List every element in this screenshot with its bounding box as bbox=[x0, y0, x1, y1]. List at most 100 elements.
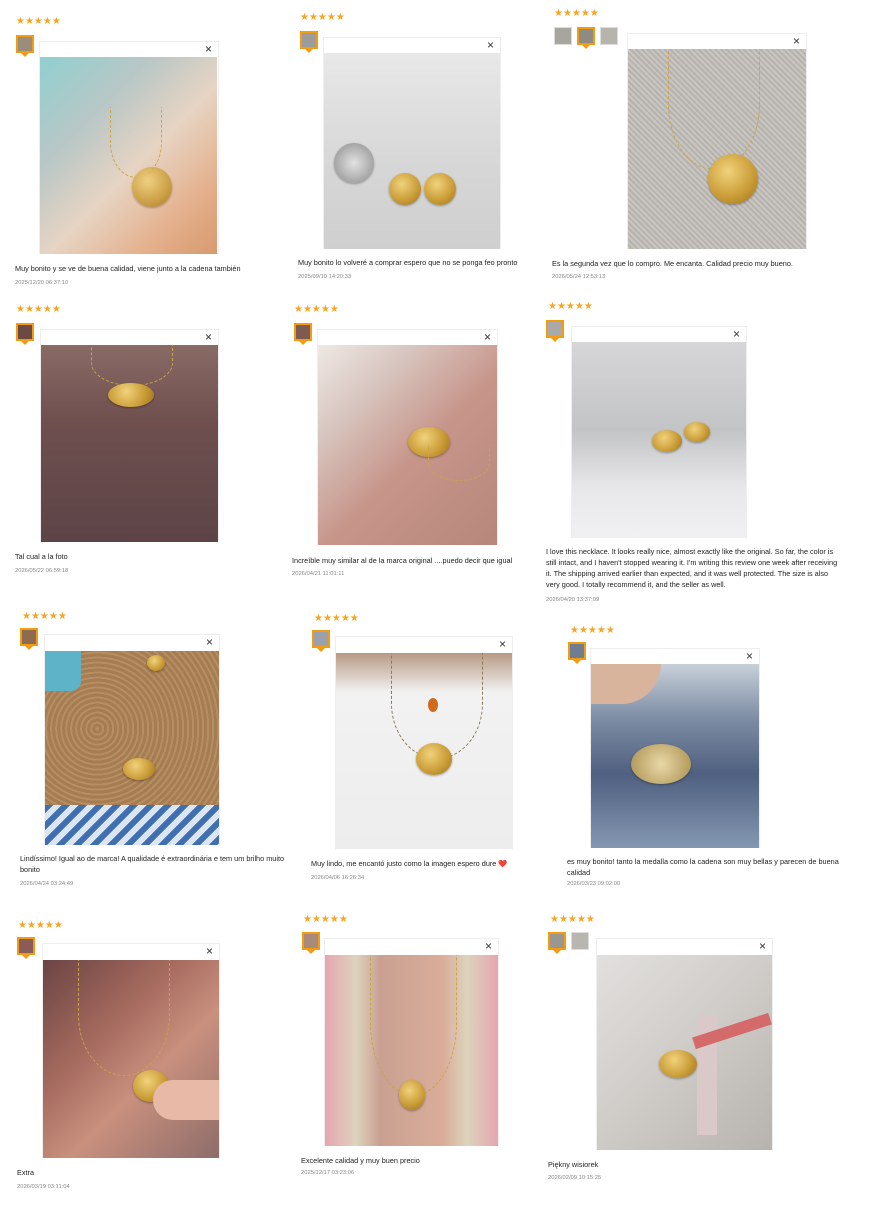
image-viewer: × bbox=[324, 938, 499, 1146]
review-card: ★★★★★ × I love this necklace. It looks r… bbox=[532, 298, 842, 603]
star-rating: ★★★★★ bbox=[294, 304, 339, 315]
thumbnail-strip bbox=[300, 31, 318, 49]
thumbnail-strip bbox=[568, 642, 586, 660]
pendant bbox=[652, 430, 682, 452]
review-thumbnail[interactable] bbox=[16, 35, 34, 53]
thumbnail-strip bbox=[16, 323, 34, 341]
close-icon[interactable]: × bbox=[206, 635, 213, 649]
review-date: 2026/04/21 11:01:11 bbox=[292, 571, 345, 577]
review-card: ★★★★★ × Extra 2026/03/19 03:11:04 bbox=[2, 915, 282, 1215]
review-thumbnail[interactable] bbox=[302, 932, 320, 950]
pendant bbox=[659, 1050, 697, 1078]
review-thumbnail[interactable] bbox=[568, 642, 586, 660]
review-photo[interactable] bbox=[336, 653, 512, 849]
review-thumbnail[interactable] bbox=[548, 932, 566, 950]
close-icon[interactable]: × bbox=[499, 637, 506, 651]
review-date: 2026/04/06 16:26:34 bbox=[311, 875, 365, 881]
image-viewer: × bbox=[317, 329, 498, 545]
star-rating: ★★★★★ bbox=[548, 301, 593, 312]
review-text: Muy bonito lo volveré a comprar espero q… bbox=[298, 258, 518, 267]
close-icon[interactable]: × bbox=[733, 327, 740, 341]
thumbnail-strip bbox=[294, 323, 312, 341]
review-card: ★★★★★ × Piękny wisiorek 2026/02/09 10:15… bbox=[534, 910, 814, 1210]
close-icon[interactable]: × bbox=[484, 330, 491, 344]
close-icon[interactable]: × bbox=[759, 939, 766, 953]
review-thumbnail[interactable] bbox=[600, 27, 618, 45]
review-date: 2026/04/24 03:24:49 bbox=[20, 881, 74, 887]
review-card: ★★★★★ × Es la segunda vez que lo compro.… bbox=[538, 0, 818, 300]
image-viewer: × bbox=[40, 329, 219, 542]
pendant bbox=[424, 173, 456, 205]
review-photo[interactable] bbox=[628, 49, 806, 249]
review-photo[interactable] bbox=[325, 955, 498, 1146]
review-photo[interactable] bbox=[41, 345, 218, 542]
thumbnail-strip bbox=[312, 630, 330, 648]
pendant bbox=[334, 143, 374, 183]
thumbnail-strip bbox=[548, 932, 589, 950]
thumbnail-strip bbox=[17, 937, 35, 955]
image-viewer: × bbox=[590, 648, 760, 848]
pendant bbox=[631, 744, 691, 784]
star-rating: ★★★★★ bbox=[16, 16, 61, 27]
close-icon[interactable]: × bbox=[205, 42, 212, 56]
review-photo[interactable] bbox=[597, 955, 772, 1150]
review-photo[interactable] bbox=[45, 651, 219, 845]
necklace-chain bbox=[668, 49, 760, 170]
review-photo[interactable] bbox=[572, 342, 746, 538]
thumbnail-strip bbox=[20, 628, 38, 646]
close-icon[interactable]: × bbox=[793, 34, 800, 48]
pendant bbox=[132, 167, 172, 207]
review-date: 2026/03/19 03:11:04 bbox=[17, 1184, 70, 1190]
review-date: 2025/12/20 06:37:10 bbox=[15, 280, 69, 286]
pendant bbox=[684, 422, 710, 442]
review-thumbnail[interactable] bbox=[312, 630, 330, 648]
review-card: ★★★★★ × Increíble muy similar al de la m… bbox=[278, 300, 558, 600]
star-rating: ★★★★★ bbox=[550, 914, 595, 925]
review-text: Excelente calidad y muy buen precio bbox=[301, 1156, 420, 1165]
star-rating: ★★★★★ bbox=[303, 914, 348, 925]
star-rating: ★★★★★ bbox=[554, 8, 599, 19]
pendant bbox=[416, 743, 452, 775]
review-thumbnail[interactable] bbox=[554, 27, 572, 45]
fingers bbox=[153, 1080, 219, 1120]
review-date: 2026/04/20 13:37:09 bbox=[546, 597, 600, 603]
review-photo[interactable] bbox=[324, 53, 500, 249]
review-photo[interactable] bbox=[43, 960, 219, 1158]
close-icon[interactable]: × bbox=[206, 944, 213, 958]
close-icon[interactable]: × bbox=[746, 649, 753, 663]
close-icon[interactable]: × bbox=[487, 38, 494, 52]
review-card: ★★★★★ × Tal cual a la foto 2026/05/22 06… bbox=[0, 300, 280, 600]
necklace-chain bbox=[91, 345, 173, 386]
review-thumbnail[interactable] bbox=[16, 323, 34, 341]
review-text: Increíble muy similar al de la marca ori… bbox=[292, 556, 513, 565]
review-thumbnail[interactable] bbox=[294, 323, 312, 341]
close-icon[interactable]: × bbox=[205, 330, 212, 344]
review-photo[interactable] bbox=[318, 345, 497, 545]
review-thumbnail[interactable] bbox=[571, 932, 589, 950]
image-viewer: × bbox=[42, 943, 220, 1158]
pendant bbox=[147, 655, 165, 671]
review-thumbnail[interactable] bbox=[577, 27, 595, 45]
image-viewer: × bbox=[596, 938, 773, 1150]
review-card: ★★★★★ × Excelente calidad y muy buen pre… bbox=[287, 910, 567, 1210]
pendant bbox=[399, 1080, 425, 1110]
review-date: 2026/03/23 09:02:00 bbox=[567, 881, 621, 887]
review-thumbnail[interactable] bbox=[20, 628, 38, 646]
review-photo[interactable] bbox=[40, 57, 217, 254]
review-photo[interactable] bbox=[591, 664, 759, 848]
orange-charm bbox=[428, 698, 438, 712]
star-rating: ★★★★★ bbox=[314, 613, 359, 624]
image-viewer: × bbox=[323, 37, 501, 249]
pendant bbox=[108, 383, 154, 407]
review-thumbnail[interactable] bbox=[300, 31, 318, 49]
review-text: Muy lindo, me encantó justo como la imag… bbox=[311, 859, 508, 868]
pendant bbox=[389, 173, 421, 205]
pendant bbox=[123, 758, 155, 780]
close-icon[interactable]: × bbox=[485, 939, 492, 953]
review-card: ★★★★★ × Muy bonito y se ve de buena cali… bbox=[0, 0, 280, 300]
review-thumbnail[interactable] bbox=[546, 320, 564, 338]
star-rating: ★★★★★ bbox=[16, 304, 61, 315]
review-text: I love this necklace. It looks really ni… bbox=[546, 547, 838, 589]
review-date: 2026/05/24 12:53:13 bbox=[552, 274, 606, 280]
review-thumbnail[interactable] bbox=[17, 937, 35, 955]
